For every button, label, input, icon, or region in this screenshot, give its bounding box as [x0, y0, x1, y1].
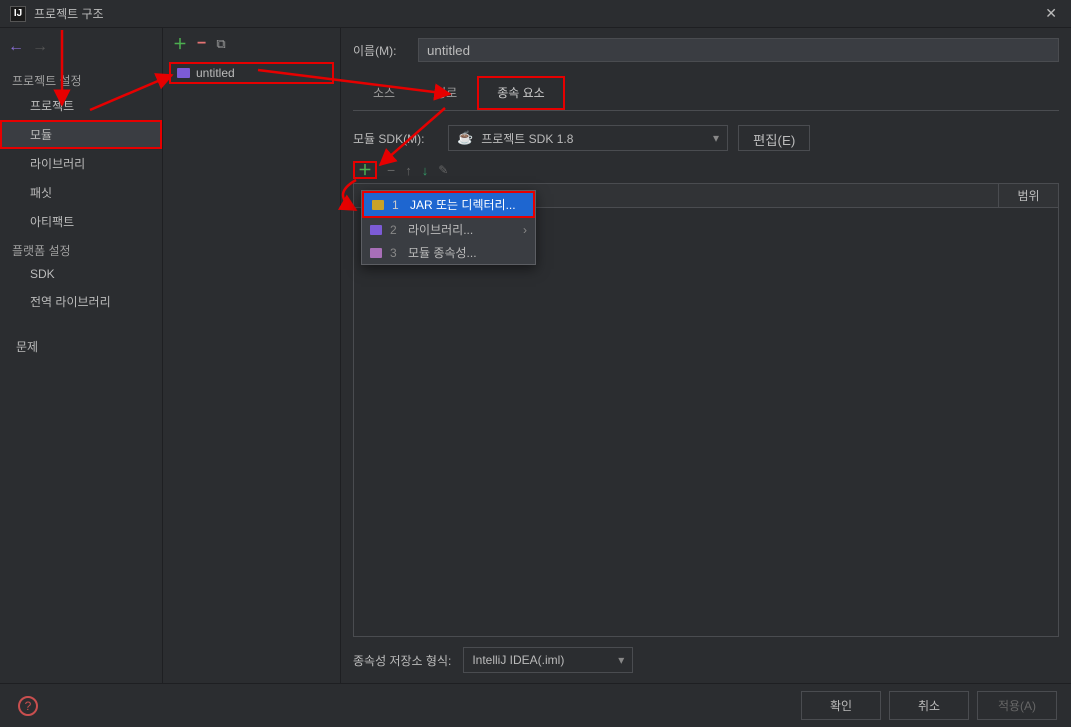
sidebar-section-platform-settings: 플랫폼 설정: [0, 236, 162, 261]
storage-format-select[interactable]: IntelliJ IDEA(.iml) ▾: [463, 647, 633, 673]
help-icon[interactable]: ?: [18, 696, 38, 716]
module-sdk-label: 모듈 SDK(M):: [353, 130, 438, 147]
sidebar-item-problems[interactable]: 문제: [0, 332, 162, 361]
jar-icon: [372, 200, 384, 210]
cancel-button[interactable]: 취소: [889, 691, 969, 720]
module-name-input[interactable]: [418, 38, 1059, 62]
nav-forward-icon[interactable]: →: [32, 38, 48, 56]
storage-format-value: IntelliJ IDEA(.iml): [472, 653, 564, 667]
copy-module-icon[interactable]: ⧉: [216, 36, 225, 52]
ok-button[interactable]: 확인: [801, 691, 881, 720]
nav-back-icon[interactable]: ←: [8, 38, 24, 56]
popup-item-label: 모듈 종속성...: [408, 244, 477, 261]
tab-dependencies[interactable]: 종속 요소: [477, 76, 565, 110]
move-up-icon[interactable]: ↑: [405, 163, 412, 178]
library-icon: [370, 225, 382, 235]
java-icon: ☕: [457, 130, 473, 146]
popup-item-module-dependency[interactable]: 3 모듈 종속성...: [362, 241, 535, 264]
window-title: 프로젝트 구조: [34, 5, 1037, 22]
apply-button[interactable]: 적용(A): [977, 691, 1057, 720]
close-icon[interactable]: ✕: [1037, 5, 1065, 22]
sidebar: ← → 프로젝트 설정 프로젝트 모듈 라이브러리 패싯 아티팩트 플랫폼 설정…: [0, 28, 163, 683]
caret-down-icon: ▾: [713, 131, 719, 145]
module-folder-icon: [177, 68, 190, 78]
remove-dependency-icon[interactable]: −: [387, 162, 395, 178]
intellij-icon: IJ: [10, 6, 26, 22]
module-sdk-select[interactable]: ☕ 프로젝트 SDK 1.8 ▾: [448, 125, 728, 151]
sidebar-item-libraries[interactable]: 라이브러리: [0, 149, 162, 178]
module-list-panel: ＋ − ⧉ untitled: [163, 28, 341, 683]
sidebar-item-global-libraries[interactable]: 전역 라이브러리: [0, 287, 162, 316]
move-down-icon[interactable]: ↓: [422, 163, 429, 178]
tab-paths[interactable]: 경로: [415, 76, 477, 110]
add-dependency-icon[interactable]: ＋: [353, 161, 377, 179]
titlebar: IJ 프로젝트 구조 ✕: [0, 0, 1071, 28]
module-item-untitled[interactable]: untitled: [169, 62, 334, 84]
module-sdk-value: 프로젝트 SDK 1.8: [481, 130, 573, 147]
module-item-label: untitled: [196, 66, 235, 80]
sidebar-item-facets[interactable]: 패싯: [0, 178, 162, 207]
caret-down-icon: ▾: [618, 653, 624, 667]
popup-item-jar[interactable]: 1 JAR 또는 디렉터리...: [362, 191, 535, 218]
sidebar-item-sdks[interactable]: SDK: [0, 261, 162, 287]
add-dependency-popup: 1 JAR 또는 디렉터리... 2 라이브러리... › 3 모듈 종속성..…: [361, 190, 536, 265]
sidebar-section-project-settings: 프로젝트 설정: [0, 66, 162, 91]
popup-item-label: JAR 또는 디렉터리...: [410, 196, 516, 213]
module-dep-icon: [370, 248, 382, 258]
name-label: 이름(M):: [353, 42, 408, 59]
dialog-footer: ? 확인 취소 적용(A): [0, 683, 1071, 727]
edit-sdk-button[interactable]: 편집(E): [738, 125, 810, 151]
popup-item-label: 라이브러리...: [408, 221, 473, 238]
sidebar-item-project[interactable]: 프로젝트: [0, 91, 162, 120]
storage-format-label: 종속성 저장소 형식:: [353, 652, 451, 669]
edit-dependency-icon[interactable]: ✎: [438, 163, 448, 177]
remove-module-icon[interactable]: −: [197, 35, 206, 53]
add-module-icon[interactable]: ＋: [173, 34, 187, 54]
main-panel: 이름(M): 소스 경로 종속 요소 모듈 SDK(M): ☕ 프로젝트 SDK…: [341, 28, 1071, 683]
tab-sources[interactable]: 소스: [353, 76, 415, 110]
sidebar-item-modules[interactable]: 모듈: [0, 120, 162, 149]
popup-item-library[interactable]: 2 라이브러리... ›: [362, 218, 535, 241]
submenu-arrow-icon: ›: [523, 223, 527, 237]
sidebar-item-artifacts[interactable]: 아티팩트: [0, 207, 162, 236]
dep-header-scope: 범위: [998, 184, 1058, 207]
